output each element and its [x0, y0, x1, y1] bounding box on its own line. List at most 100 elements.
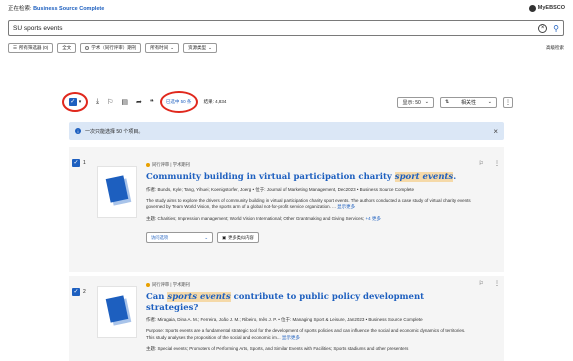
searching-label: 正在检索: [8, 6, 34, 12]
search-input[interactable]: SU sports events [13, 25, 538, 32]
title-highlight: sports events [167, 292, 231, 302]
close-icon[interactable]: × [493, 127, 498, 136]
bookmark-icon[interactable]: ⚐ [479, 280, 484, 287]
more-subjects-link[interactable]: +4 更多 [365, 216, 380, 221]
result-abstract: The study aims to explore the drivers of… [146, 198, 474, 211]
fulltext-label: 全文 [62, 45, 72, 50]
peer-reviewed-icon [146, 163, 150, 167]
chevron-down-icon: ⌄ [487, 99, 492, 105]
document-thumbnail[interactable] [97, 286, 137, 338]
result-checkbox[interactable]: ✓ [72, 159, 80, 167]
filter-icon: ☰ [13, 45, 18, 50]
more-options-button[interactable]: ⋮ [503, 96, 513, 108]
all-filters-label: 所有筛选器 (0) [19, 45, 49, 50]
top-bar: 正在检索: Business Source Complete MyEBSCO [0, 0, 573, 16]
result-select: ✓ 1 [72, 159, 86, 167]
advanced-search-link[interactable]: 高级检索 [546, 45, 564, 51]
all-filters-button[interactable]: ☰ 所有筛选器 (0) [8, 43, 54, 53]
selected-count-badge: 已选中 50 条 [165, 99, 192, 104]
info-message: 一次只能选择 50 个项目。 [85, 128, 144, 135]
time-filter[interactable]: 所有时间 ⌄ [145, 43, 180, 53]
abstract-text: The study aims to explore the drivers of… [146, 197, 471, 210]
chevron-down-icon: ⌄ [424, 99, 429, 105]
result-body: 同行评审 | 学术期刊 Can sports events contribute… [146, 282, 474, 353]
download-icon[interactable]: ⤓ [96, 98, 99, 106]
tag-label: 同行评审 | 学术期刊 [152, 162, 190, 167]
subjects-text: 主题: Charities; Impression management; Wo… [146, 215, 365, 221]
page-size-label: 显示: 50 [402, 99, 421, 106]
peer-reviewed-label: 学术（同行评审）期刊 [91, 45, 137, 50]
time-filter-label: 所有时间 [150, 45, 169, 50]
tag-label: 同行评审 | 学术期刊 [152, 282, 190, 287]
database-link[interactable]: Business Source Complete [33, 6, 104, 12]
peer-reviewed-icon [146, 283, 150, 287]
more-options-icon[interactable]: ⋮ [494, 160, 500, 167]
filter-bar: ☰ 所有筛选器 (0) 全文 学术（同行评审）期刊 所有时间 ⌄ 资源类型 ⌄ … [8, 42, 564, 54]
peer-reviewed-filter[interactable]: 学术（同行评审）期刊 [80, 43, 142, 53]
title-text: Community building in virtual participat… [146, 172, 395, 182]
result-subjects: 主题: Charities; Impression management; Wo… [146, 216, 474, 222]
clear-search-icon[interactable]: × [538, 23, 548, 33]
info-banner: i 一次只能选择 50 个项目。 × [69, 122, 504, 140]
result-tools: ⚐ ⋮ [479, 160, 500, 167]
result-index: 1 [83, 160, 86, 166]
share-icon[interactable]: ➦ [136, 98, 142, 106]
radio-icon [85, 46, 90, 50]
page-size-select[interactable]: 显示: 50 ⌄ [397, 96, 434, 108]
chevron-down-icon[interactable]: ▾ [79, 99, 82, 105]
similar-items-button[interactable]: ▣ 更多类似内容 [217, 232, 259, 244]
bookmark-icon[interactable]: ⚐ [107, 98, 113, 106]
search-icon[interactable]: ⚲ [553, 24, 559, 33]
document-thumbnail[interactable] [97, 166, 137, 218]
folder-icon[interactable]: ▤ [121, 98, 128, 106]
result-subjects: 主题: Special events; Promoters of Perform… [146, 346, 474, 352]
toolbar-right: 显示: 50 ⌄ ⇅ 相关性 ⌄ ⋮ [397, 96, 513, 108]
result-title[interactable]: Community building in virtual participat… [146, 172, 474, 183]
similar-icon: ▣ [222, 234, 227, 240]
title-highlight: sport events [394, 172, 454, 182]
peer-reviewed-tag: 同行评审 | 学术期刊 [146, 162, 474, 168]
result-authors: 作者: Miragaia, Dina A. M.; Ferreira, João… [146, 317, 423, 323]
source-type-filter[interactable]: 资源类型 ⌄ [183, 43, 217, 53]
sort-icon: ⇅ [445, 99, 450, 105]
title-text: Can [146, 292, 168, 302]
access-options-label: 访问选项 [151, 234, 169, 240]
abstract-text: Purpose: Sports events are a fundamental… [146, 328, 466, 340]
result-index: 2 [83, 289, 86, 295]
result-select: ✓ 2 [72, 288, 86, 296]
result-authors: 作者: Bunds, Kyle; Tang, Yihuei; Koenigsto… [146, 186, 414, 192]
more-options-icon[interactable]: ⋮ [494, 280, 500, 287]
result-actions: 访问选项 ⌄ ▣ 更多类似内容 [146, 232, 474, 244]
cite-icon[interactable]: ❝ [150, 98, 154, 106]
access-options-select[interactable]: 访问选项 ⌄ [146, 232, 213, 244]
results-toolbar: ✓ ▾ ⤓ ⚐ ▤ ➦ ❝ 已选中 50 条 结果: 4,834 显示: 50 … [62, 91, 513, 113]
select-all-checkbox[interactable]: ✓ [68, 98, 77, 106]
account-menu[interactable]: MyEBSCO [528, 4, 565, 12]
searching-in: 正在检索: Business Source Complete [8, 4, 104, 12]
results-count: 结果: 4,834 [203, 99, 227, 104]
selected-count-highlight: 已选中 50 条 [159, 91, 198, 113]
result-item: ✓ 1 同行评审 | 学术期刊 Community building in vi… [69, 147, 504, 272]
result-tools: ⚐ ⋮ [479, 280, 500, 287]
user-icon [528, 4, 536, 12]
subjects-text: 主题: Special events; Promoters of Perform… [146, 346, 409, 352]
account-label: MyEBSCO [537, 5, 565, 11]
search-bar: SU sports events × ⚲ [8, 20, 564, 36]
sort-label: 相关性 [460, 99, 476, 106]
result-checkbox[interactable]: ✓ [72, 288, 80, 296]
info-icon: i [75, 128, 81, 134]
fulltext-filter[interactable]: 全文 [57, 43, 77, 53]
show-more-link[interactable]: 显示更多 [337, 204, 355, 209]
select-all-highlight: ✓ ▾ [62, 92, 88, 112]
chevron-down-icon: ⌄ [170, 45, 175, 50]
similar-items-label: 更多类似内容 [228, 234, 254, 240]
title-text: . [453, 172, 457, 182]
chevron-down-icon: ⌄ [204, 234, 208, 240]
result-abstract: Purpose: Sports events are a fundamental… [146, 328, 474, 341]
sort-select[interactable]: ⇅ 相关性 ⌄ [440, 96, 497, 108]
result-body: 同行评审 | 学术期刊 Community building in virtua… [146, 162, 474, 244]
bookmark-icon[interactable]: ⚐ [479, 160, 484, 167]
source-type-label: 资源类型 [188, 45, 207, 50]
show-more-link[interactable]: 显示更多 [282, 335, 300, 340]
result-title[interactable]: Can sports events contribute to public p… [146, 292, 474, 313]
